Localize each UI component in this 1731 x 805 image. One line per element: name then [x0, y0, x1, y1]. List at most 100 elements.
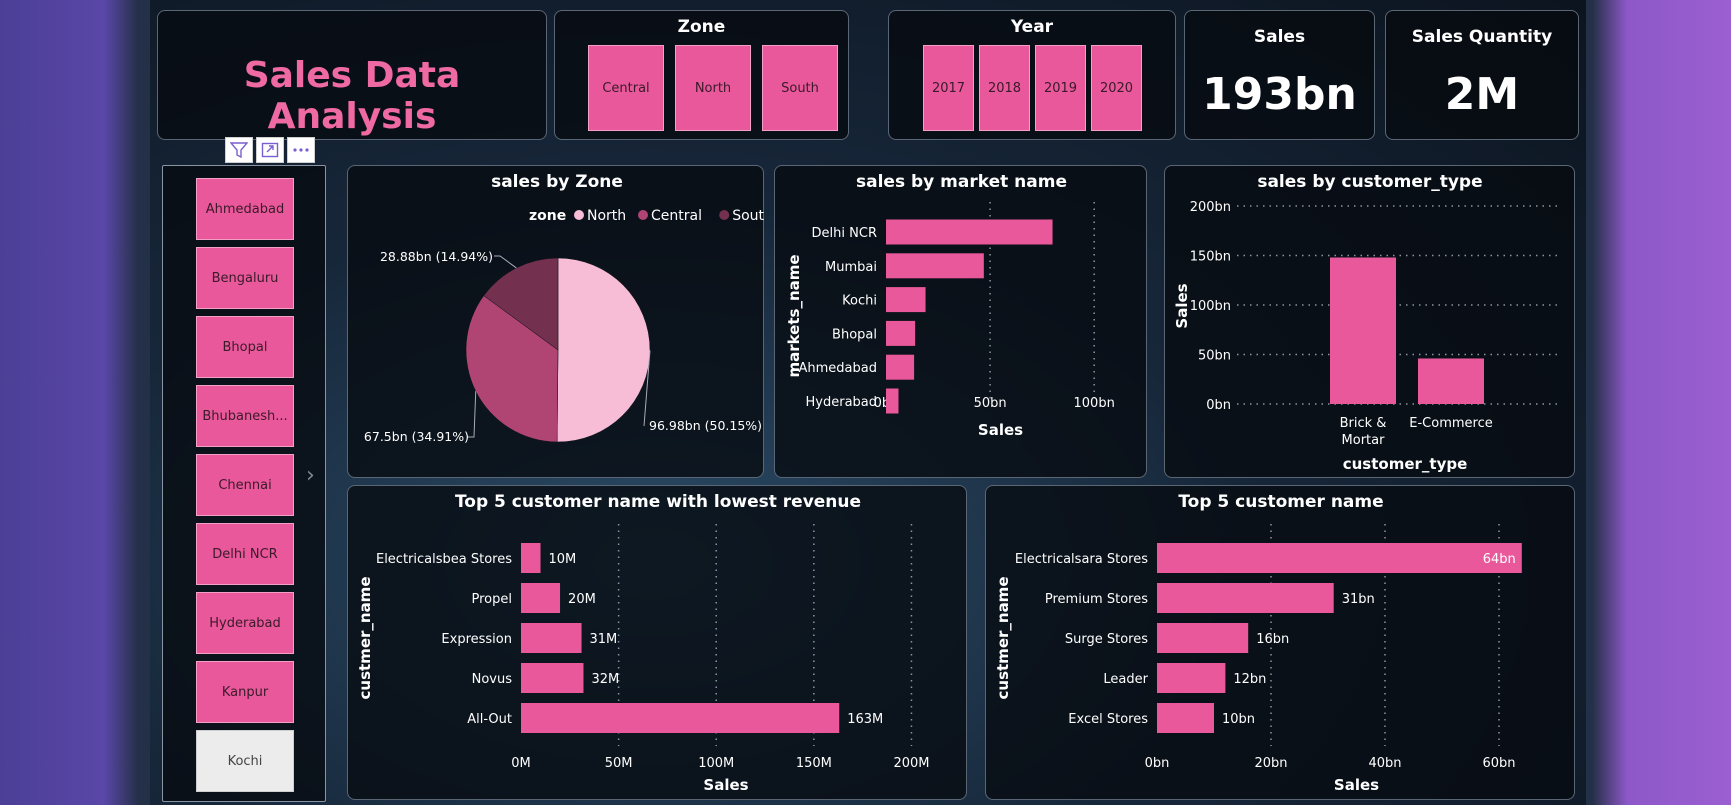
y-axis-label: custmer_name — [356, 577, 374, 700]
x-tick-label: 150M — [796, 756, 832, 771]
city-option[interactable]: Bhubanesh... — [196, 385, 294, 447]
filter-icon[interactable] — [225, 137, 253, 163]
pie-chart: sales by Zone zone North Central South 96.98b… — [364, 172, 773, 444]
customer-type-bar-chart: sales by customer_type 0bn 50bn 100bn 150bn 2… — [1173, 172, 1560, 473]
x-tick-label: 0bn — [1145, 756, 1170, 771]
city-option[interactable]: Hyderabad — [196, 592, 294, 654]
lowest-revenue-bar-chart: Top 5 customer name with lowest revenue 0… — [356, 492, 929, 794]
bar — [1157, 583, 1334, 613]
y-tick-label: Leader — [1103, 672, 1148, 687]
zone-slicer: Zone Central North South — [554, 10, 849, 140]
bar — [1157, 543, 1522, 573]
city-option[interactable]: Chennai — [196, 454, 294, 516]
data-label: 12bn — [1233, 672, 1266, 687]
bar — [521, 543, 541, 573]
city-option[interactable]: Kanpur — [196, 661, 294, 723]
y-tick-label: Hyderabad — [806, 395, 878, 410]
city-option[interactable]: Kochi — [196, 730, 294, 792]
bar — [521, 623, 582, 653]
kpi-quantity-title: Sales Quantity — [1411, 27, 1553, 47]
chart-title: sales by market name — [856, 172, 1067, 192]
y-axis-label: Sales — [1173, 283, 1191, 328]
year-option-2017[interactable]: 2017 — [923, 45, 974, 131]
x-tick-label: 40bn — [1368, 756, 1401, 771]
bar — [886, 388, 899, 414]
y-tick-label: Mumbai — [825, 260, 877, 275]
kpi-quantity-value: 2M — [1444, 69, 1520, 120]
market-bar-chart: sales by market name0bn50bn100bnDelhi NC… — [785, 172, 1115, 439]
top-customer-bar-chart: Top 5 customer name 0bn 20bn 40bn 60bn Electr… — [994, 492, 1522, 794]
bar — [521, 663, 584, 693]
lowest-revenue-chart-card: Top 5 customer name with lowest revenue 0… — [347, 485, 967, 800]
y-tick-label: Ahmedabad — [799, 361, 877, 376]
y-tick-label: All-Out — [467, 712, 512, 727]
y-tick-label: Surge Stores — [1065, 632, 1148, 647]
zone-option-north[interactable]: North — [675, 45, 751, 131]
report-title: Sales Data Analysis — [243, 55, 461, 137]
pie-data-label: 28.88bn (14.94%) — [380, 249, 493, 264]
bar — [1157, 663, 1226, 693]
y-tick-label: Expression — [441, 632, 512, 647]
data-label: 10bn — [1222, 712, 1255, 727]
y-tick-label: 0bn — [1206, 398, 1231, 413]
year-option-2020[interactable]: 2020 — [1091, 45, 1142, 131]
bar — [1157, 623, 1249, 653]
x-tick-label: 200M — [893, 756, 929, 771]
y-axis-label: markets_name — [785, 254, 803, 377]
y-tick-label: Premium Stores — [1045, 592, 1148, 607]
data-label: 31bn — [1342, 592, 1375, 607]
x-tick-label: 100bn — [1074, 396, 1115, 411]
year-slicer-title: Year — [1010, 17, 1054, 37]
zone-slicer-title: Zone — [677, 17, 726, 37]
city-option[interactable]: Ahmedabad — [196, 178, 294, 240]
chart-title: Top 5 customer name — [1178, 492, 1383, 512]
x-tick-label: 50bn — [974, 396, 1007, 411]
legend-swatch — [719, 210, 730, 220]
data-label: 20M — [568, 592, 596, 607]
legend-label: South — [732, 208, 765, 224]
bar — [1157, 703, 1214, 733]
city-option[interactable]: Bhopal — [196, 316, 294, 378]
chart-title: Top 5 customer name with lowest revenue — [455, 492, 861, 512]
legend-swatch — [638, 210, 648, 220]
y-tick-label: Bhopal — [832, 327, 877, 342]
more-options-icon[interactable] — [287, 137, 315, 163]
bar — [521, 583, 561, 613]
year-option-2019[interactable]: 2019 — [1035, 45, 1086, 131]
city-option[interactable]: Delhi NCR — [196, 523, 294, 585]
kpi-quantity-card: Sales Quantity 2M — [1385, 10, 1579, 140]
x-tick-label: Brick & Mortar — [1340, 416, 1387, 448]
chart-title: sales by Zone — [491, 172, 623, 192]
x-tick-label: 50M — [605, 756, 633, 771]
y-tick-label: 200bn — [1190, 200, 1231, 215]
bar — [886, 219, 1053, 245]
city-option[interactable]: Bengaluru — [196, 247, 294, 309]
kpi-sales-card: Sales 193bn — [1184, 10, 1375, 140]
market-chart-card: sales by market name0bn50bn100bnDelhi NC… — [774, 165, 1147, 478]
legend-swatch — [574, 210, 584, 220]
city-slicer: Ahmedabad Bengaluru Bhopal Bhubanesh... Chen… — [162, 165, 326, 802]
legend-title: zone — [529, 208, 566, 224]
bar — [886, 287, 926, 313]
pie-leader-line — [494, 255, 517, 269]
x-axis-label: Sales — [978, 421, 1023, 439]
data-label: 16bn — [1256, 632, 1289, 647]
zone-option-central[interactable]: Central — [588, 45, 664, 131]
slicer-next-arrow[interactable]: › — [306, 463, 315, 488]
year-slicer: Year 2017 2018 2019 2020 — [888, 10, 1176, 140]
data-label: 10M — [549, 552, 577, 567]
bar — [886, 253, 984, 279]
bar — [1330, 257, 1396, 404]
pie-chart-card: sales by Zone zone North Central South 96.98b… — [347, 165, 773, 478]
x-axis-label: customer_type — [1343, 455, 1468, 473]
data-label: 64bn — [1483, 552, 1516, 567]
y-tick-label: Propel — [472, 592, 513, 607]
y-tick-label: Delhi NCR — [812, 226, 877, 241]
y-tick-label: Electricalsara Stores — [1015, 552, 1148, 567]
year-option-2018[interactable]: 2018 — [979, 45, 1030, 131]
focus-mode-icon[interactable] — [256, 137, 284, 163]
x-tick-label: 100M — [698, 756, 734, 771]
zone-option-south[interactable]: South — [762, 45, 838, 131]
y-axis-label: custmer_name — [994, 577, 1012, 700]
y-tick-label: 100bn — [1190, 299, 1231, 314]
